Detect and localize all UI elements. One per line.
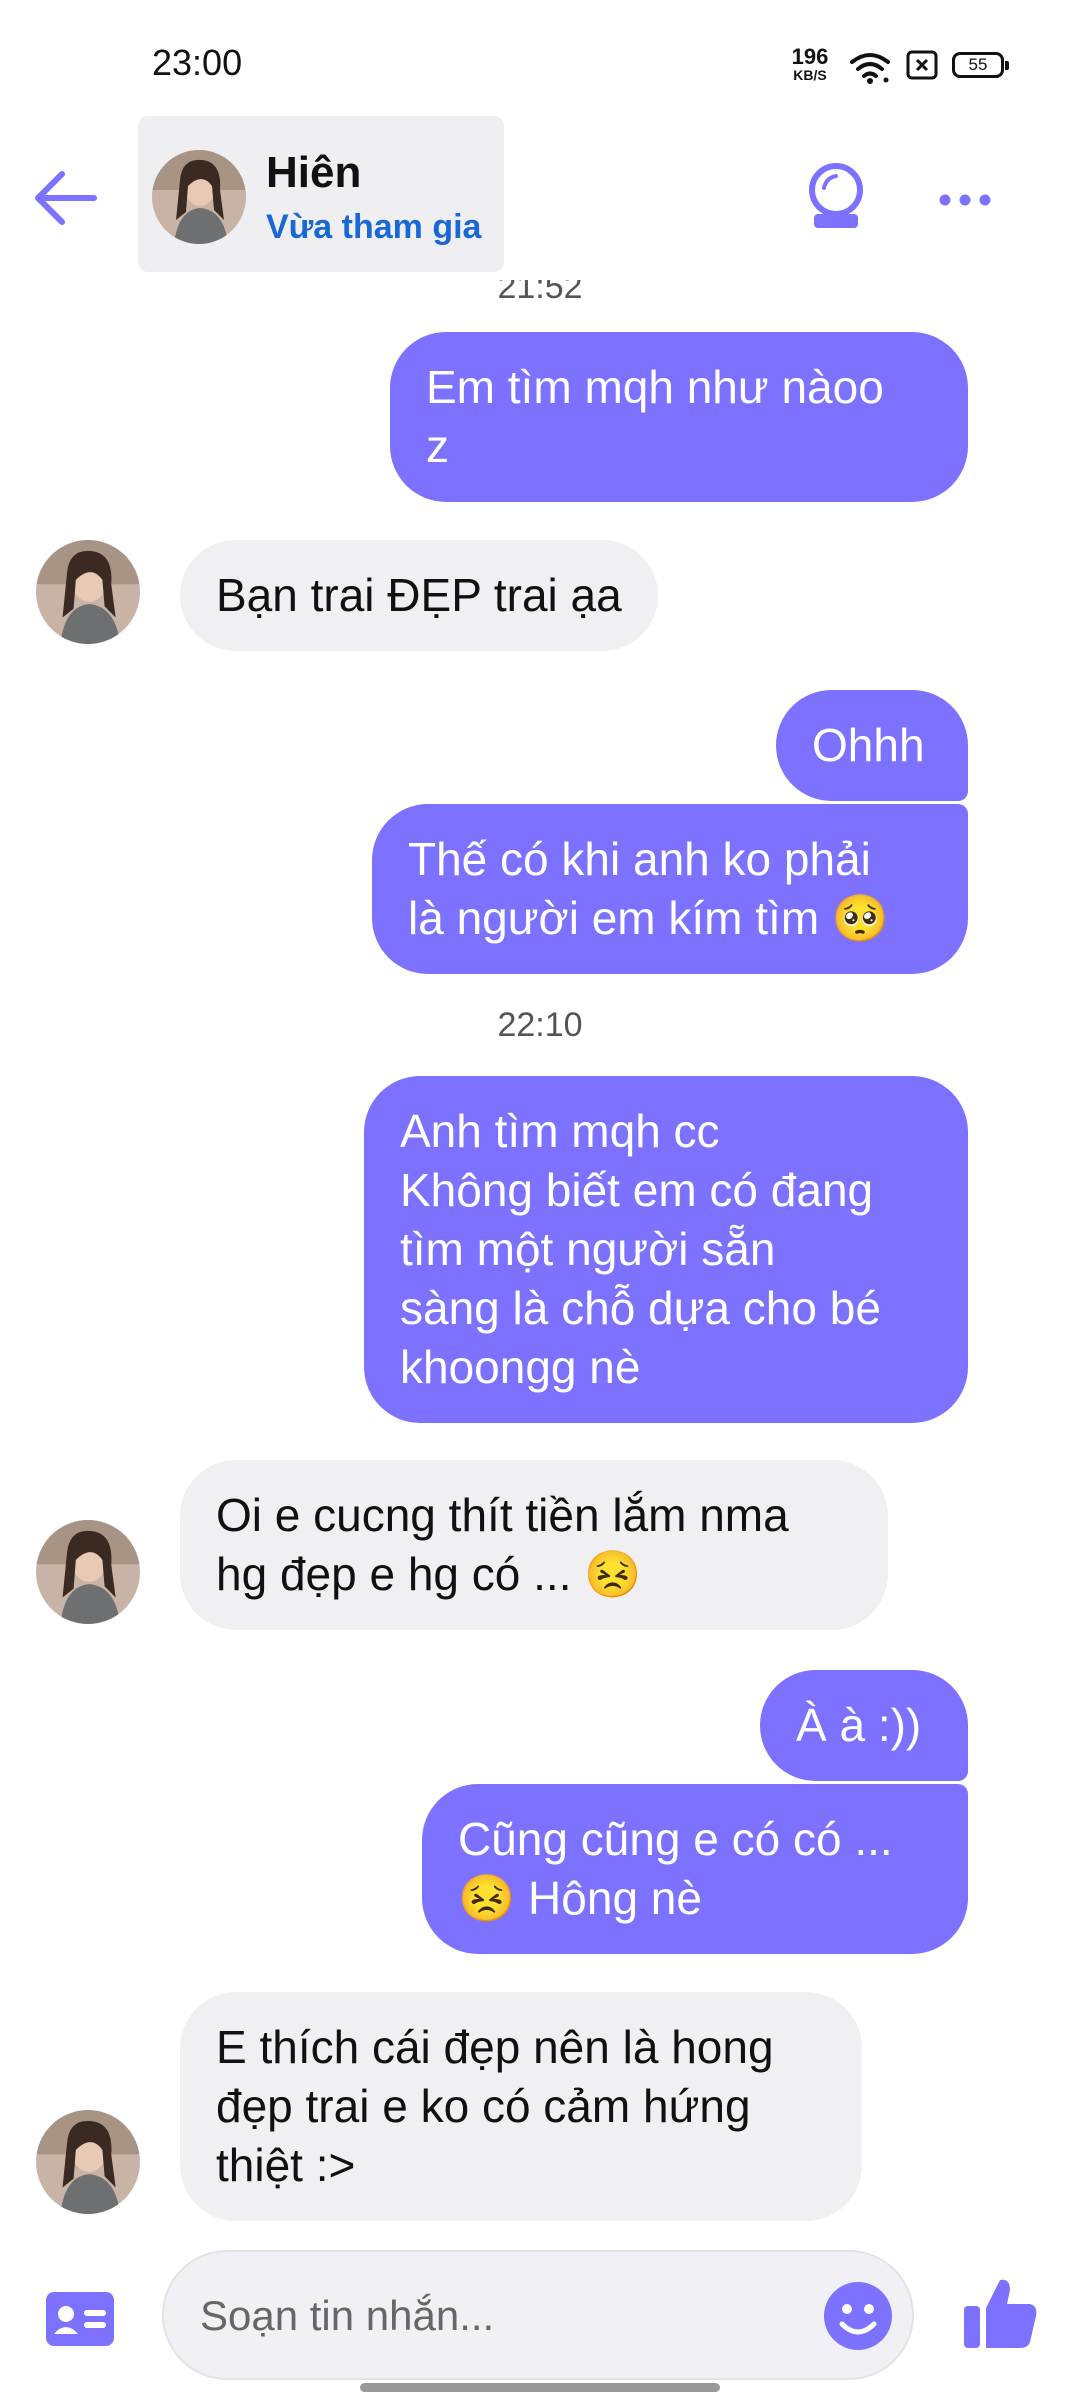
more-icon[interactable] — [935, 170, 995, 230]
outgoing-message[interactable]: Em tìm mqh như nàoo z — [390, 332, 968, 502]
contact-card-icon[interactable] — [44, 2288, 116, 2350]
home-indicator[interactable] — [360, 2383, 720, 2392]
contact-info[interactable]: Hiên Vừa tham gia — [138, 116, 504, 272]
sender-avatar — [36, 1520, 140, 1624]
crystal-ball-icon[interactable] — [800, 160, 872, 232]
outgoing-message[interactable]: Cũng cũng e có có ... 😣 Hông nè — [422, 1784, 968, 1954]
network-speed: 196 KB/S — [784, 44, 836, 83]
outgoing-message[interactable]: Thế có khi anh ko phải là người em kím t… — [372, 804, 968, 974]
back-arrow-icon[interactable] — [28, 160, 104, 236]
status-time: 23:00 — [152, 42, 243, 83]
contact-name: Hiên — [266, 148, 362, 197]
incoming-message[interactable]: Oi e cucng thít tiền lắm nma hg đẹp e hg… — [180, 1460, 888, 1630]
sender-avatar — [36, 2110, 140, 2214]
outgoing-message[interactable]: À à :)) — [760, 1670, 968, 1781]
no-sim-icon — [906, 50, 938, 80]
contact-avatar — [152, 150, 246, 244]
sender-avatar — [36, 540, 140, 644]
incoming-message[interactable]: Bạn trai ĐẸP trai ạa — [180, 540, 658, 651]
message-input-placeholder: Soạn tin nhắn... — [200, 2292, 495, 2339]
status-bar: 23:00 196 KB/S 55 — [0, 0, 1080, 110]
timestamp: 22:10 — [497, 1006, 583, 1044]
outgoing-message[interactable]: Anh tìm mqh cc Không biết em có đang tìm… — [364, 1076, 968, 1423]
incoming-message[interactable]: E thích cái đẹp nên là hong đẹp trai e k… — [180, 1992, 862, 2221]
outgoing-message[interactable]: Ohhh — [776, 690, 968, 801]
emoji-icon[interactable] — [818, 2276, 898, 2356]
network-speed-unit: KB/S — [793, 67, 827, 83]
timestamp: 21:52 — [497, 280, 583, 306]
message-input[interactable]: Soạn tin nhắn... — [162, 2250, 914, 2380]
message-list[interactable]: 21:52 Em tìm mqh như nàoo z Bạn trai ĐẸP… — [0, 280, 1080, 2230]
contact-status: Vừa tham gia — [266, 208, 482, 246]
network-speed-value: 196 — [791, 44, 829, 69]
thumbs-up-icon[interactable] — [960, 2272, 1040, 2352]
chat-header: Hiên Vừa tham gia — [0, 110, 1080, 280]
message-composer: Soạn tin nhắn... — [0, 2240, 1080, 2400]
wifi-icon — [850, 53, 890, 84]
battery-indicator: 55 — [952, 52, 1009, 78]
